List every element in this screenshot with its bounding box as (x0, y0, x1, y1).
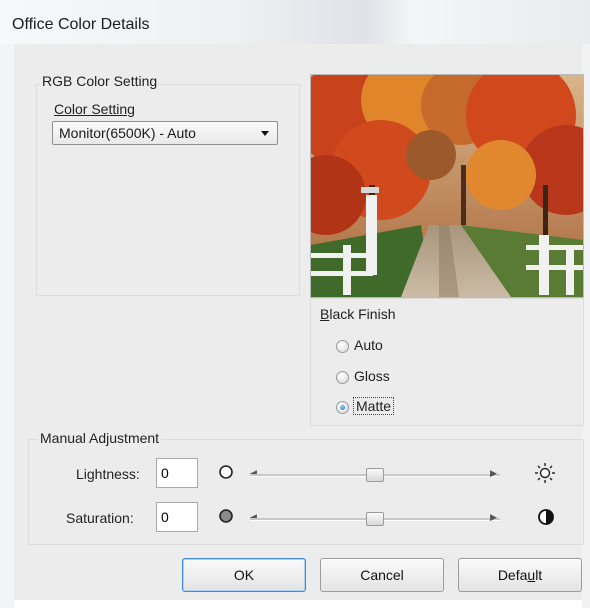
saturation-label: Saturation: (66, 510, 134, 526)
manual-adjustment-label: Manual Adjustment (38, 430, 162, 446)
saturation-min-gray-circle-icon (219, 509, 233, 523)
radio-matte[interactable] (336, 401, 349, 414)
radio-gloss-label[interactable]: Gloss (354, 368, 390, 384)
autumn-road-photo-icon (311, 75, 583, 297)
title-bar[interactable]: Office Color Details (0, 0, 590, 44)
saturation-input-field[interactable] (161, 504, 197, 530)
rgb-color-group-label: RGB Color Setting (40, 73, 160, 89)
dialog-client: RGB Color Setting Color Setting Monitor(… (14, 44, 584, 600)
radio-auto[interactable] (336, 340, 349, 353)
cancel-button[interactable]: Cancel (320, 558, 444, 592)
saturation-slider-thumb[interactable] (366, 512, 384, 526)
color-setting-label: Color Setting (54, 101, 135, 117)
lightness-input-field[interactable] (161, 460, 197, 486)
chevron-down-icon (261, 131, 269, 136)
color-setting-value: Monitor(6500K) - Auto (59, 125, 196, 141)
default-button[interactable]: Default (458, 558, 582, 592)
radio-gloss[interactable] (336, 371, 349, 384)
window-title: Office Color Details (12, 16, 150, 33)
lightness-slider-right-arrow[interactable]: ▶ (490, 468, 497, 479)
ok-button[interactable]: OK (182, 558, 306, 592)
lightness-slider-thumb[interactable] (366, 468, 384, 482)
radio-matte-label[interactable]: Matte (352, 397, 395, 415)
color-preview-image (310, 74, 584, 298)
lightness-input[interactable] (156, 458, 198, 488)
sun-icon (535, 463, 555, 483)
lightness-min-circle-icon (219, 465, 233, 479)
color-setting-dropdown[interactable]: Monitor(6500K) - Auto (52, 121, 278, 145)
black-finish-label: Black Finish (320, 306, 396, 322)
radio-auto-label[interactable]: Auto (354, 337, 383, 353)
half-circle-contrast-icon (538, 509, 554, 525)
lightness-label: Lightness: (76, 466, 140, 482)
manual-adjustment-group (28, 439, 584, 545)
saturation-slider-right-arrow[interactable]: ▶ (490, 512, 497, 523)
window-frame-left (0, 44, 14, 608)
saturation-input[interactable] (156, 502, 198, 532)
